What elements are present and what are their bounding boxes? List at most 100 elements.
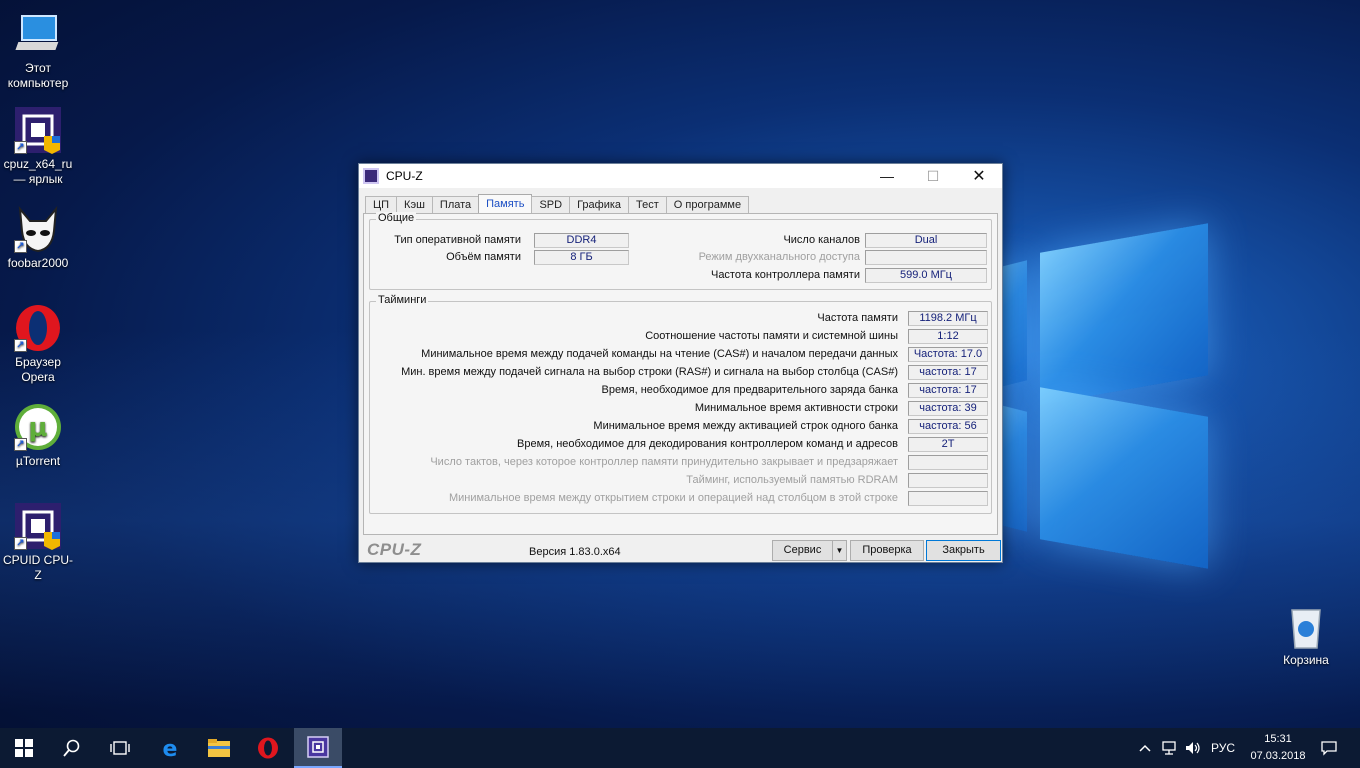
version-label: Версия 1.83.0.x64 xyxy=(529,546,621,558)
taskbar: e РУС 15:31 07.03.2018 xyxy=(0,728,1360,768)
timing-label: Частота памяти xyxy=(817,312,898,324)
timing-value: частота: 17 xyxy=(908,383,988,398)
taskbar-explorer[interactable] xyxy=(195,728,243,768)
chevron-up-icon xyxy=(1139,744,1151,752)
service-dropdown-button[interactable]: ▼ xyxy=(832,540,847,561)
task-view-icon xyxy=(110,741,130,755)
timings-legend: Тайминги xyxy=(376,294,429,306)
close-button[interactable]: Закрыть xyxy=(926,540,1001,561)
timing-value xyxy=(908,473,988,488)
nb-freq-label: Частота контроллера памяти xyxy=(710,269,860,281)
window-title: CPU-Z xyxy=(386,169,423,183)
timings-group: Тайминги Частота памяти 1198.2 МГц Соотн… xyxy=(369,294,992,514)
tab-graphics[interactable]: Графика xyxy=(569,196,630,214)
timing-label: Минимальное время между открытием строки… xyxy=(448,492,898,504)
system-clock[interactable]: 15:31 07.03.2018 xyxy=(1246,731,1310,765)
memory-size-label: Объём памяти xyxy=(446,251,521,263)
desktop-icon-cpuz[interactable]: ↗ CPUID CPU-Z xyxy=(0,502,76,583)
maximize-button[interactable]: ☐ xyxy=(910,164,956,188)
service-button[interactable]: Сервис xyxy=(772,540,833,561)
tab-strip: ЦП Кэш Плата Память SPD Графика Тест О п… xyxy=(365,194,750,214)
taskbar-cpuz[interactable] xyxy=(294,728,342,768)
tab-mainboard[interactable]: Плата xyxy=(431,196,480,214)
minimize-button[interactable]: — xyxy=(864,164,910,188)
search-icon xyxy=(63,739,80,757)
nb-freq-value: 599.0 МГц xyxy=(865,268,987,283)
close-window-button[interactable]: ✕ xyxy=(956,164,1002,188)
desktop-icon-cpuz-shortcut[interactable]: ↗ cpuz_x64_ru — ярлык xyxy=(0,106,76,187)
cpuz-icon: ↗ xyxy=(14,502,62,550)
windows-logo-pane xyxy=(1040,223,1208,405)
desktop-icon-label: µTorrent xyxy=(15,454,61,468)
timing-value: частота: 56 xyxy=(908,419,988,434)
shortcut-arrow-icon: ↗ xyxy=(14,438,27,451)
task-view-button[interactable] xyxy=(96,728,144,768)
timing-value: частота: 39 xyxy=(908,401,988,416)
memory-type-value: DDR4 xyxy=(534,233,629,248)
memory-type-label: Тип оперативной памяти xyxy=(394,234,521,246)
timing-label: Мин. время между подачей сигнала на выбо… xyxy=(401,366,898,378)
timing-value: Частота: 17.0 xyxy=(908,347,988,362)
cpuz-brand-logo: CPU-Z xyxy=(367,540,422,559)
dc-mode-label: Режим двухканального доступа xyxy=(698,251,860,263)
windows-logo-pane xyxy=(1040,387,1208,569)
desktop-icon-label: foobar2000 xyxy=(7,256,69,270)
timing-value xyxy=(908,455,988,470)
tab-spd[interactable]: SPD xyxy=(531,196,571,214)
timing-value: частота: 17 xyxy=(908,365,988,380)
desktop-icon-this-pc[interactable]: Этот компьютер xyxy=(0,10,76,91)
action-center-button[interactable] xyxy=(1314,728,1344,768)
utorrent-icon: µ ↗ xyxy=(14,403,62,451)
desktop-icon-label: cpuz_x64_ru — ярлык xyxy=(3,157,73,186)
desktop-icon-label: Корзина xyxy=(1283,653,1329,667)
foobar-icon: ↗ xyxy=(14,205,62,253)
timing-label: Тайминг, используемый памятью RDRAM xyxy=(686,474,898,486)
svg-text:e: e xyxy=(163,737,178,759)
input-language-indicator[interactable]: РУС xyxy=(1206,728,1240,768)
timing-value xyxy=(908,491,988,506)
memory-size-value: 8 ГБ xyxy=(534,250,629,265)
taskbar-edge[interactable]: e xyxy=(146,728,194,768)
timing-label: Время, необходимое для декодирования кон… xyxy=(517,438,898,450)
general-legend: Общие xyxy=(376,212,417,224)
window-titlebar[interactable]: CPU-Z — ☐ ✕ xyxy=(359,164,1002,188)
channels-label: Число каналов xyxy=(783,234,860,246)
timing-value: 1198.2 МГц xyxy=(908,311,988,326)
edge-icon: e xyxy=(163,737,178,759)
clock-date: 07.03.2018 xyxy=(1250,750,1306,762)
desktop-icon-label: Браузер Opera xyxy=(15,355,61,384)
timing-label: Минимальное время между подачей команды … xyxy=(421,348,898,360)
timing-value: 1:12 xyxy=(908,329,988,344)
desktop-icon-opera[interactable]: ↗ Браузер Opera xyxy=(0,304,76,385)
opera-icon xyxy=(258,737,278,759)
taskbar-opera[interactable] xyxy=(244,728,292,768)
dc-mode-value xyxy=(865,250,987,265)
cpuz-app-icon xyxy=(363,168,379,184)
windows-start-icon xyxy=(15,739,33,757)
show-hidden-icons-button[interactable] xyxy=(1136,728,1154,768)
network-button[interactable] xyxy=(1158,728,1180,768)
desktop-icon-foobar[interactable]: ↗ foobar2000 xyxy=(0,205,76,271)
volume-button[interactable] xyxy=(1182,728,1204,768)
timing-value: 2T xyxy=(908,437,988,452)
shortcut-arrow-icon: ↗ xyxy=(14,537,27,550)
shortcut-arrow-icon: ↗ xyxy=(14,240,27,253)
start-button[interactable] xyxy=(0,728,48,768)
desktop-icon-utorrent[interactable]: µ ↗ µTorrent xyxy=(0,403,76,469)
desktop-icon-recycle-bin[interactable]: Корзина xyxy=(1268,602,1344,668)
network-icon xyxy=(1162,741,1176,755)
this-pc-icon xyxy=(14,10,62,58)
validate-button[interactable]: Проверка xyxy=(850,540,924,561)
general-group: Общие Тип оперативной памяти DDR4 Объём … xyxy=(369,212,992,290)
memory-tab-panel: Общие Тип оперативной памяти DDR4 Объём … xyxy=(363,212,998,535)
tab-bench[interactable]: Тест xyxy=(628,196,667,214)
tab-memory[interactable]: Память xyxy=(478,194,533,214)
speaker-icon xyxy=(1186,742,1200,754)
tab-about[interactable]: О программе xyxy=(665,196,750,214)
timing-label: Минимальное время между активацией строк… xyxy=(593,420,898,432)
timing-label: Соотношение частоты памяти и системной ш… xyxy=(645,330,898,342)
desktop-icon-label: Этот компьютер xyxy=(7,61,69,90)
svg-text:µ: µ xyxy=(28,413,47,443)
search-button[interactable] xyxy=(48,728,96,768)
timing-label: Число тактов, через которое контроллер п… xyxy=(430,456,898,468)
